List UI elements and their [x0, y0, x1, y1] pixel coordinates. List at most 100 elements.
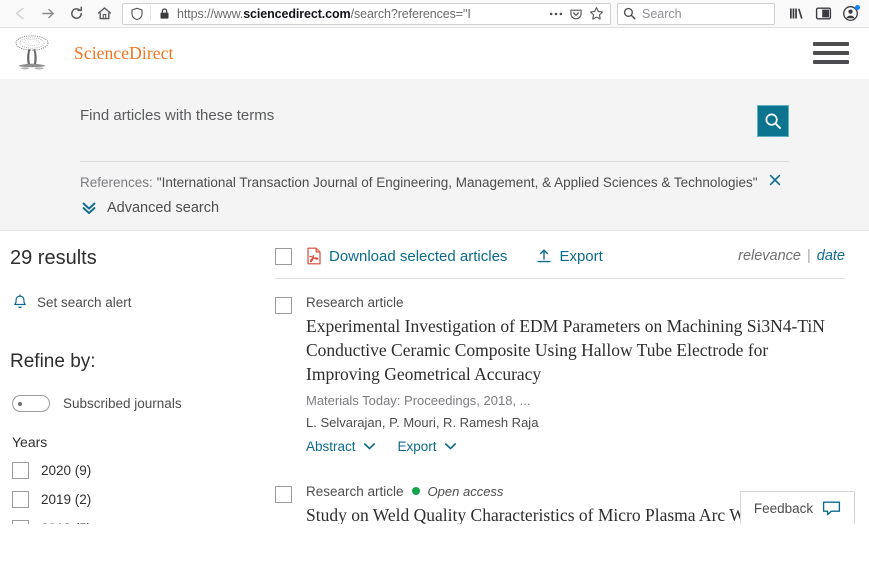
page-actions-ellipsis-icon[interactable]	[546, 4, 566, 24]
reload-icon	[70, 6, 82, 19]
home-icon	[97, 7, 111, 20]
upload-export-icon	[537, 249, 551, 262]
bookmark-star-icon[interactable]	[586, 4, 606, 24]
elsevier-tree-logo[interactable]	[12, 33, 52, 73]
set-search-alert-button[interactable]: Set search alert	[8, 294, 275, 311]
account-notification-dot	[855, 4, 860, 10]
forward-arrow-icon	[41, 8, 54, 19]
abstract-label: Abstract	[306, 438, 356, 454]
pocket-icon[interactable]	[566, 4, 586, 24]
advanced-search-toggle[interactable]: Advanced search	[20, 191, 849, 216]
references-value: "International Transaction Journal of En…	[156, 175, 758, 190]
address-bar[interactable]: https://www.sciencedirect.com/search?ref…	[122, 2, 611, 25]
open-access-label: Open access	[427, 483, 504, 499]
results-count: 29 results	[10, 247, 97, 269]
result-select-checkbox[interactable]	[275, 485, 292, 503]
result-item: Research article Experimental Investigat…	[275, 279, 845, 454]
speech-bubble-icon	[823, 501, 841, 515]
set-search-alert-label: Set search alert	[37, 295, 132, 310]
result-export-label: Export	[397, 438, 437, 454]
result-export-toggle[interactable]: Export	[398, 439, 457, 454]
hamburger-bar	[813, 60, 849, 64]
result-body: Research article Experimental Investigat…	[306, 295, 845, 454]
result-type: Research article	[306, 295, 404, 310]
references-label: References:	[80, 175, 153, 190]
result-actions: Abstract Export	[306, 439, 845, 454]
hamburger-menu-icon[interactable]	[813, 40, 849, 66]
home-button[interactable]	[90, 2, 118, 26]
search-input[interactable]	[80, 107, 757, 124]
search-icon	[623, 7, 636, 20]
tracking-protection-shield-icon[interactable]	[127, 4, 147, 24]
search-submit-button[interactable]	[757, 105, 789, 137]
export-label: Export	[559, 247, 603, 265]
refine-by-heading: Refine by:	[10, 351, 96, 372]
double-chevron-down-icon	[82, 202, 96, 215]
content-area: 29 results Set search alert Refine by: S…	[0, 231, 869, 524]
urlbar-divider	[150, 6, 151, 21]
subscribed-journals-label: Subscribed journals	[63, 396, 182, 411]
back-arrow-icon	[15, 7, 24, 20]
pdf-file-icon	[307, 247, 321, 265]
facet-label: 2018 (5)	[41, 521, 91, 524]
result-type: Research article	[306, 483, 404, 499]
hamburger-bar	[813, 42, 849, 46]
library-books-icon	[789, 8, 803, 19]
result-title[interactable]: Experimental Investigation of EDM Parame…	[306, 315, 845, 387]
facet-label: 2020 (9)	[41, 463, 92, 478]
open-access-dot-icon	[411, 487, 420, 496]
feedback-label: Feedback	[753, 500, 814, 516]
hamburger-bar	[813, 51, 849, 55]
url-text: https://www.sciencedirect.com/search?ref…	[177, 6, 471, 21]
sort-by-relevance: relevance	[738, 248, 801, 264]
facet-year-2018[interactable]: 2018 (5)	[8, 520, 275, 524]
padlock-icon[interactable]	[154, 4, 174, 24]
browser-toolbar: https://www.sciencedirect.com/search?ref…	[0, 0, 869, 28]
close-x-icon[interactable]	[768, 173, 782, 191]
result-source: Materials Today: Proceedings, 2018, ...	[306, 392, 531, 408]
feedback-button[interactable]: Feedback	[740, 491, 855, 524]
facet-year-2019[interactable]: 2019 (2)	[8, 491, 275, 508]
sort-controls: relevance | date	[738, 248, 845, 264]
find-terms-wrapper	[80, 101, 757, 125]
abstract-toggle[interactable]: Abstract	[306, 439, 376, 454]
magnifier-icon	[765, 113, 781, 129]
toggle-switch[interactable]	[12, 395, 50, 412]
sidebar-panel-icon	[815, 7, 831, 20]
export-button[interactable]: Export	[536, 247, 603, 265]
sort-separator: |	[806, 248, 811, 264]
download-selected-articles-label: Download selected articles	[329, 247, 508, 265]
browser-search-placeholder: Search	[642, 6, 682, 21]
checkbox[interactable]	[12, 462, 29, 479]
facet-label: 2019 (2)	[41, 492, 92, 507]
advanced-search-label: Advanced search	[107, 200, 220, 216]
forward-button[interactable]	[34, 2, 62, 26]
reload-button[interactable]	[62, 2, 90, 26]
facet-year-2020[interactable]: 2020 (9)	[8, 462, 275, 479]
back-button[interactable]	[6, 2, 34, 26]
search-panel: References: "International Transaction J…	[0, 79, 869, 231]
sort-by-date[interactable]: date	[817, 248, 845, 264]
checkbox[interactable]	[12, 520, 29, 524]
select-all-checkbox[interactable]	[275, 247, 292, 265]
refine-sidebar: 29 results Set search alert Refine by: S…	[0, 231, 275, 524]
result-select-checkbox[interactable]	[275, 297, 292, 314]
checkbox[interactable]	[12, 491, 29, 508]
results-list: Download selected articles Export releva…	[275, 231, 869, 524]
bell-icon	[14, 294, 26, 309]
download-selected-articles-button[interactable]: Download selected articles	[306, 247, 507, 265]
account-button[interactable]	[837, 2, 863, 26]
browser-search-box[interactable]: Search	[617, 2, 775, 25]
library-button[interactable]	[783, 2, 809, 26]
years-facet-heading: Years	[12, 434, 48, 450]
references-filter: References: "International Transaction J…	[20, 162, 849, 191]
browser-toolbar-right	[783, 2, 863, 26]
sidebar-toggle-button[interactable]	[810, 2, 836, 26]
chevron-down-icon	[363, 443, 375, 450]
chevron-down-icon	[444, 443, 456, 450]
result-type-row: Research article	[306, 295, 845, 310]
search-row	[20, 101, 849, 137]
sciencedirect-wordmark[interactable]: ScienceDirect	[74, 43, 173, 64]
results-toolbar: Download selected articles Export releva…	[275, 247, 845, 279]
subscribed-journals-toggle[interactable]: Subscribed journals	[8, 395, 275, 412]
